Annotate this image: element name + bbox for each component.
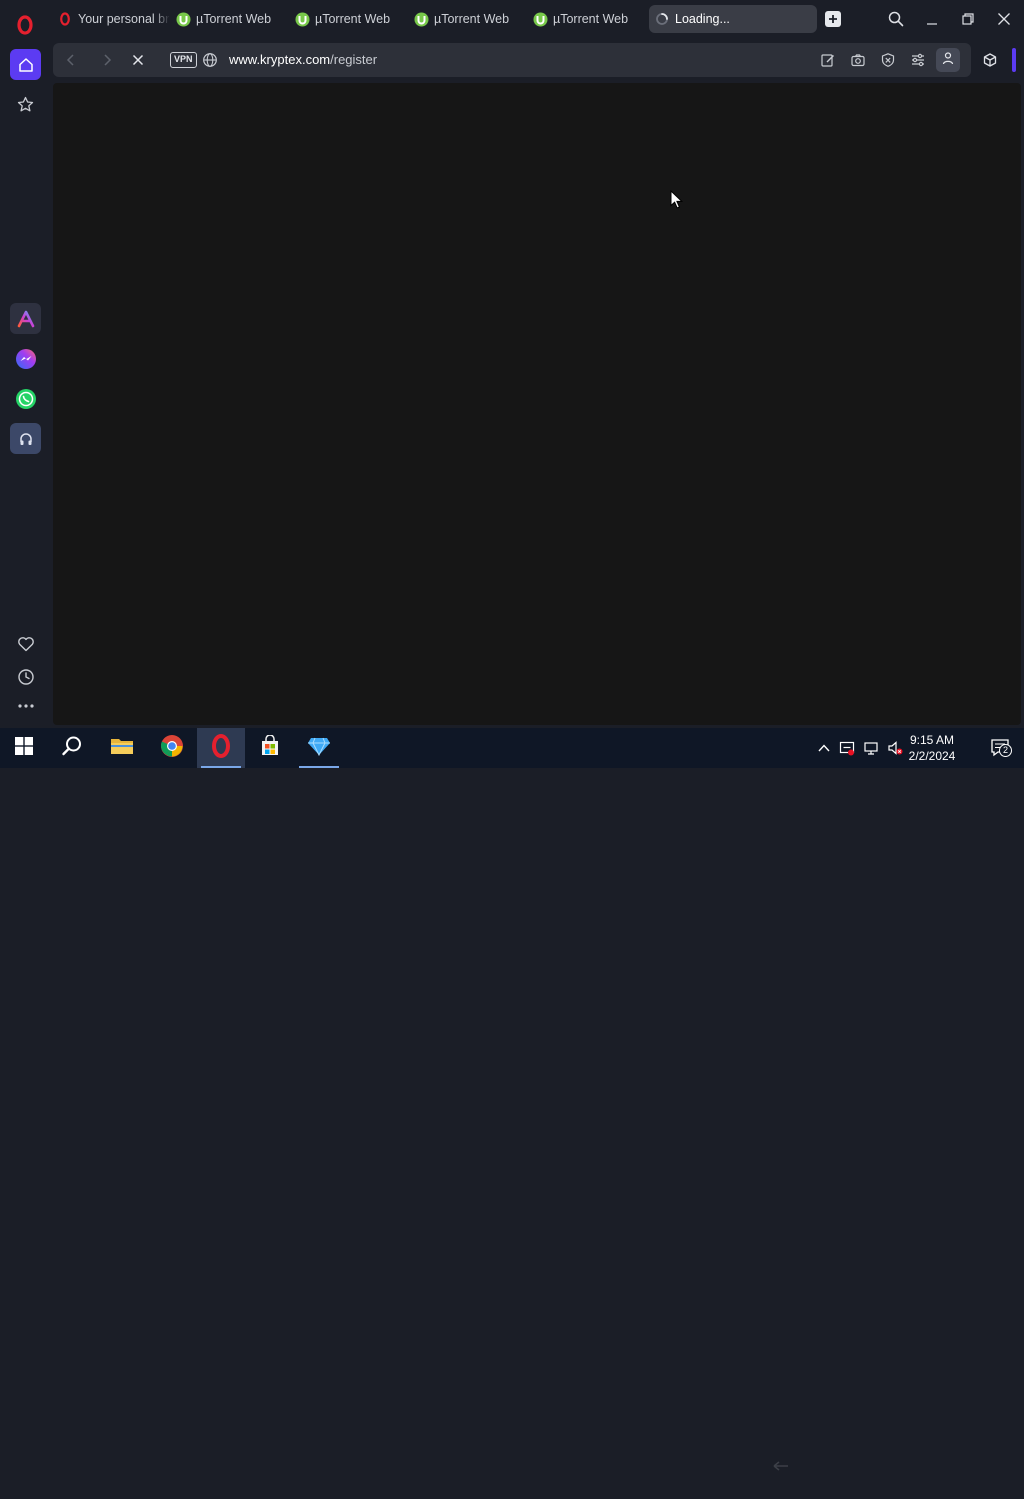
tab-utorrent[interactable]: µTorrent Web bbox=[176, 5, 288, 33]
search-icon bbox=[888, 11, 904, 31]
file-explorer-icon bbox=[110, 736, 134, 761]
search-icon bbox=[61, 735, 83, 762]
clock-date: 2/2/2024 bbox=[908, 749, 956, 763]
kryptex-button[interactable] bbox=[295, 728, 343, 768]
taskbar-search-button[interactable] bbox=[48, 728, 96, 768]
utorrent-icon bbox=[176, 12, 191, 27]
restore-button[interactable] bbox=[960, 11, 976, 27]
forward-button[interactable] bbox=[99, 52, 115, 68]
tab-label: µTorrent Web bbox=[553, 12, 629, 26]
start-icon bbox=[15, 736, 33, 760]
kryptex-icon bbox=[307, 736, 331, 761]
home-button[interactable] bbox=[10, 49, 41, 80]
globe-icon[interactable] bbox=[202, 52, 218, 68]
close-icon bbox=[130, 54, 146, 72]
utorrent-icon bbox=[533, 12, 548, 27]
plus-icon bbox=[825, 14, 841, 31]
user-icon bbox=[941, 51, 955, 70]
opera-logo-icon[interactable] bbox=[14, 14, 36, 36]
network-icon[interactable] bbox=[863, 740, 879, 756]
tab-search-button[interactable] bbox=[888, 11, 904, 27]
tab-utorrent[interactable]: µTorrent Web bbox=[533, 5, 645, 33]
utorrent-icon bbox=[295, 12, 310, 27]
shield-icon[interactable] bbox=[880, 52, 896, 68]
favorites-button[interactable] bbox=[10, 628, 41, 659]
volume-muted-icon[interactable] bbox=[887, 740, 903, 756]
tab-utorrent[interactable]: µTorrent Web bbox=[295, 5, 407, 33]
tab-strip: Your personal br µTorrent Web µTorrent W… bbox=[50, 0, 1024, 38]
tab-label: µTorrent Web bbox=[196, 12, 272, 26]
url-field[interactable]: www.kryptex.com/register bbox=[229, 52, 377, 67]
page-viewport[interactable] bbox=[53, 83, 1021, 725]
music-player-button[interactable] bbox=[10, 423, 41, 454]
aria-button[interactable] bbox=[10, 303, 41, 334]
spinner-icon bbox=[655, 12, 669, 26]
tab-utorrent[interactable]: µTorrent Web bbox=[414, 5, 526, 33]
back-button[interactable] bbox=[63, 52, 79, 68]
more-button[interactable] bbox=[10, 690, 41, 721]
ghost-overlay bbox=[760, 1456, 920, 1496]
close-icon bbox=[996, 13, 1012, 31]
stop-loading-button[interactable] bbox=[130, 52, 146, 68]
vpn-badge[interactable]: VPN bbox=[170, 52, 197, 68]
microsoft-store-icon bbox=[259, 733, 281, 762]
chevron-up-icon bbox=[816, 743, 832, 760]
utorrent-icon bbox=[414, 12, 429, 27]
aria-icon bbox=[16, 309, 36, 329]
easy-setup-icon[interactable] bbox=[910, 52, 926, 68]
camera-icon[interactable] bbox=[850, 52, 866, 68]
tab-opera[interactable]: Your personal br bbox=[58, 5, 170, 33]
close-window-button[interactable] bbox=[996, 11, 1012, 27]
windows-taskbar: 9:15 AM 2/2/2024 2 bbox=[0, 728, 1024, 1471]
extensions-button[interactable] bbox=[978, 48, 1002, 72]
messenger-button[interactable] bbox=[10, 343, 41, 374]
url-path: /register bbox=[330, 52, 378, 67]
messenger-icon bbox=[15, 348, 37, 370]
url-host: www.kryptex.com bbox=[229, 52, 331, 67]
chevron-left-icon bbox=[63, 54, 79, 72]
chrome-icon bbox=[160, 734, 184, 763]
more-icon bbox=[17, 703, 35, 709]
notification-center-button[interactable]: 2 bbox=[990, 738, 1012, 758]
new-tab-button[interactable] bbox=[825, 11, 841, 27]
opera-sidebar bbox=[0, 0, 50, 728]
clock[interactable]: 9:15 AM 2/2/2024 bbox=[902, 732, 962, 764]
cube-icon bbox=[978, 53, 1002, 76]
music-player-icon bbox=[18, 431, 34, 447]
notification-count-badge: 2 bbox=[999, 744, 1012, 757]
file-explorer-button[interactable] bbox=[98, 728, 146, 768]
sidebar-accent-bar bbox=[1012, 48, 1016, 72]
chrome-button[interactable] bbox=[148, 728, 196, 768]
security-tray-icon[interactable] bbox=[839, 740, 855, 756]
home-icon bbox=[18, 57, 34, 73]
clock-time: 9:15 AM bbox=[909, 733, 955, 747]
star-icon bbox=[17, 96, 34, 113]
whatsapp-icon bbox=[15, 388, 37, 410]
edit-icon[interactable] bbox=[820, 52, 836, 68]
mouse-cursor-icon bbox=[670, 189, 684, 215]
history-icon bbox=[17, 668, 35, 686]
microsoft-store-button[interactable] bbox=[246, 728, 294, 768]
profile-button[interactable] bbox=[936, 48, 960, 72]
restore-icon bbox=[960, 13, 976, 31]
tab-label: µTorrent Web bbox=[434, 12, 510, 26]
tab-label: Loading... bbox=[675, 12, 730, 26]
tab-label: µTorrent Web bbox=[315, 12, 391, 26]
minimize-button[interactable] bbox=[924, 11, 940, 27]
start-button[interactable] bbox=[0, 728, 48, 768]
bookmarks-button[interactable] bbox=[10, 89, 41, 120]
tab-loading-active[interactable]: Loading... bbox=[649, 5, 817, 33]
history-button[interactable] bbox=[10, 661, 41, 692]
heart-icon bbox=[17, 635, 35, 653]
chevron-right-icon bbox=[99, 54, 115, 72]
opera-icon bbox=[58, 12, 72, 26]
show-hidden-icons-button[interactable] bbox=[816, 740, 832, 756]
whatsapp-button[interactable] bbox=[10, 383, 41, 414]
minimize-icon bbox=[924, 14, 940, 31]
opera-taskbar-button[interactable] bbox=[197, 728, 245, 768]
opera-icon bbox=[209, 733, 233, 763]
address-bar: VPN www.kryptex.com/register bbox=[53, 43, 971, 77]
